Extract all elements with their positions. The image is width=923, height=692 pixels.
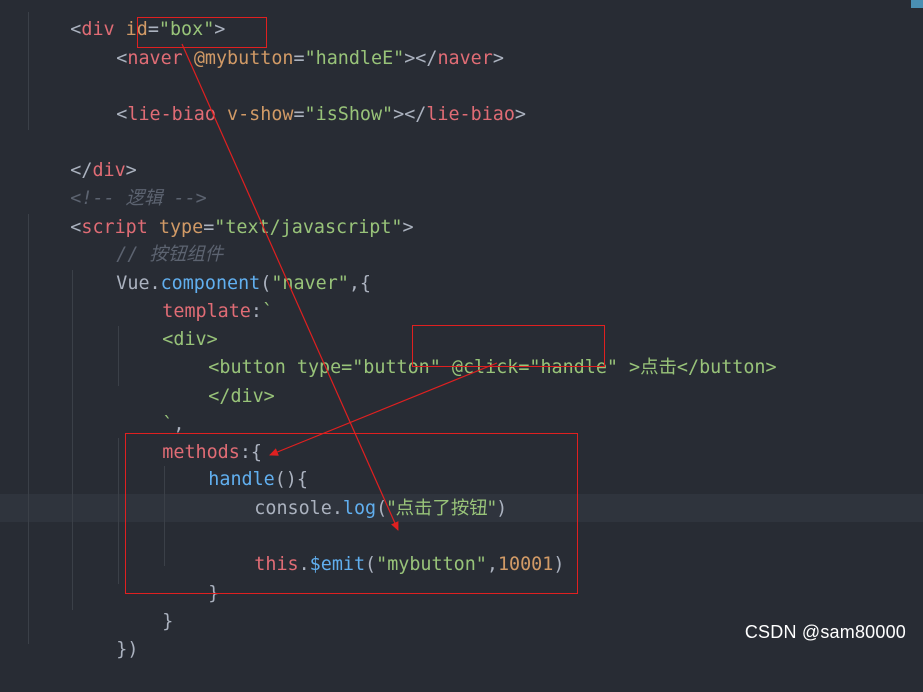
code-token: = — [293, 48, 305, 69]
code-token: 点击 — [640, 357, 677, 378]
code-token: > — [492, 48, 504, 69]
indent-guide — [28, 214, 29, 644]
code-token: ,{ — [348, 273, 371, 294]
code-line: </div> — [26, 129, 136, 181]
code-token: ` — [261, 301, 274, 322]
annotation-box-methods — [125, 433, 578, 594]
code-token: : — [250, 301, 262, 322]
code-token: naver — [437, 48, 493, 69]
code-token: > — [514, 104, 526, 125]
code-token: lie-biao — [127, 104, 216, 125]
code-line: `, — [118, 383, 184, 435]
code-token: v-show — [227, 104, 294, 125]
code-token: </button> — [676, 357, 777, 378]
code-token: naver — [127, 48, 183, 69]
watermark: CSDN @sam80000 — [744, 622, 906, 642]
code-token: > — [402, 217, 414, 238]
code-line: // 按钮组件 — [72, 213, 223, 265]
code-token: "handleE" — [304, 48, 405, 69]
code-line: <lie-biao v-show="isShow"></lie-biao> — [72, 73, 526, 125]
code-line: </div> — [164, 355, 274, 407]
code-token: ></ — [404, 48, 438, 69]
annotation-box-click-handle — [412, 325, 605, 367]
code-token: ></ — [393, 104, 427, 125]
code-line: template:` — [118, 270, 273, 322]
code-line: }) — [72, 608, 138, 660]
code-token: "naver" — [271, 273, 349, 294]
code-token: } — [162, 611, 174, 632]
code-token: = — [293, 104, 305, 125]
code-token: < — [116, 48, 128, 69]
code-token: "isShow" — [304, 104, 394, 125]
code-token: < — [116, 104, 128, 125]
corner-icon — [911, 0, 923, 8]
code-token: lie-biao — [426, 104, 515, 125]
code-token: @mybutton — [193, 48, 294, 69]
code-line: <script type="text/javascript"> — [26, 186, 413, 238]
code-token: > — [629, 357, 641, 378]
code-line: <!-- 逻辑 --> — [26, 157, 206, 209]
code-token: "text/javascript" — [214, 217, 403, 238]
code-line: <div id="box"> — [26, 0, 225, 40]
code-token: </div> — [208, 386, 275, 407]
annotation-box-mybutton — [137, 17, 267, 48]
code-line: Vue.component("naver",{ — [72, 242, 371, 294]
code-line: <div> — [118, 298, 217, 350]
